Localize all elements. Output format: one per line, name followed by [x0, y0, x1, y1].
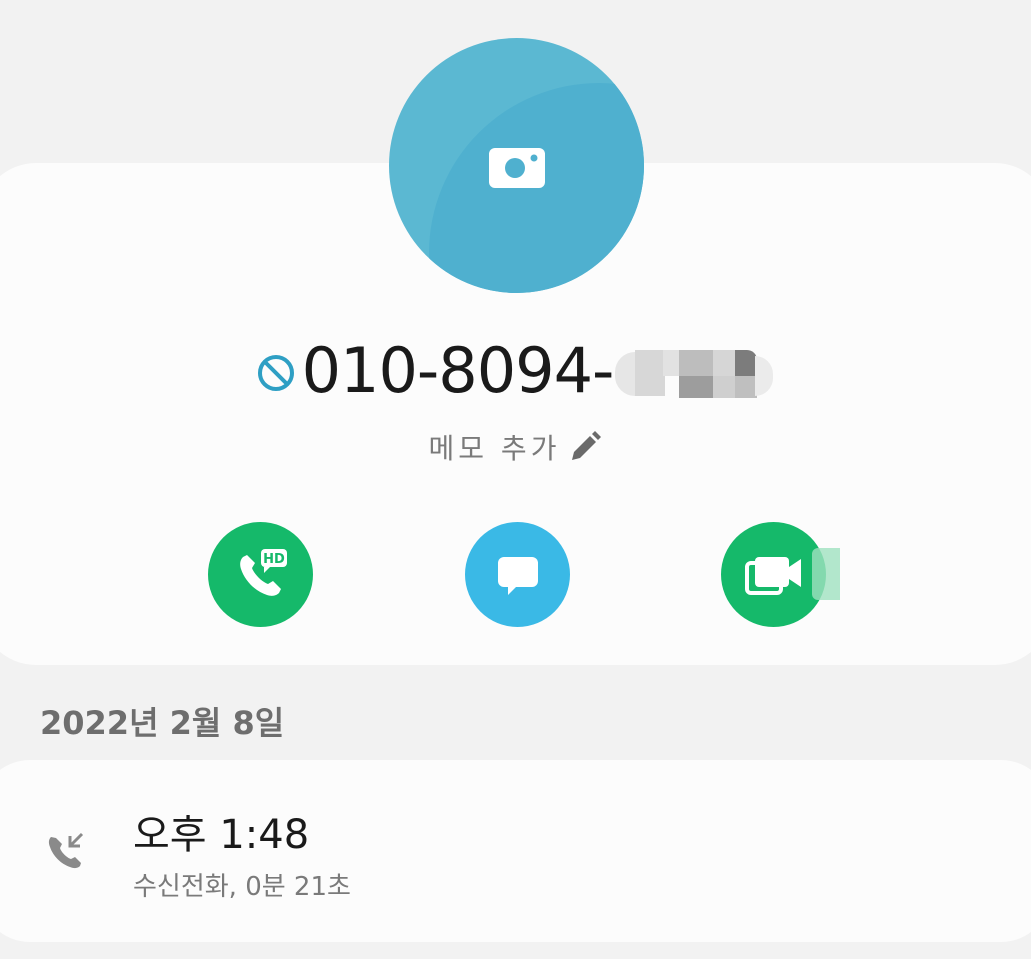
- call-time: 오후 1:48: [133, 812, 310, 858]
- hd-voice-call-button[interactable]: HD: [208, 522, 313, 627]
- message-icon: [497, 556, 538, 595]
- phone-number-row: 010-8094-: [0, 330, 1031, 410]
- call-log-date: 2022년 2월 8일: [40, 704, 285, 742]
- video-call-icon: [744, 556, 801, 595]
- camera-icon: [489, 148, 545, 188]
- call-detail: 수신전화, 0분 21초: [133, 872, 351, 902]
- video-call-button[interactable]: [721, 522, 826, 627]
- pencil-icon: [572, 431, 602, 460]
- contact-avatar[interactable]: [389, 38, 644, 293]
- incoming-call-icon: [48, 832, 84, 869]
- add-memo-button[interactable]: 메모 추가: [0, 422, 1031, 472]
- redacted-digits: [615, 344, 775, 400]
- svg-text:HD: HD: [263, 552, 285, 567]
- avatar-shade: [429, 83, 644, 293]
- hd-voice-call-icon: HD: [239, 548, 287, 596]
- phone-number: 010-8094-: [301, 333, 615, 407]
- add-memo-label: 메모 추가: [428, 432, 561, 465]
- message-button[interactable]: [465, 522, 570, 627]
- video-ghost-badge: [812, 548, 840, 600]
- block-icon: [257, 355, 294, 391]
